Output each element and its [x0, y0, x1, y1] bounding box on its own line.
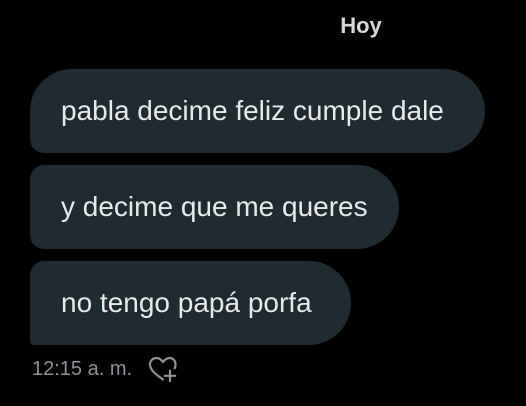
message-bubble[interactable]: y decime que me queres	[30, 165, 399, 249]
message-bubble[interactable]: pabla decime feliz cumple dale	[30, 69, 485, 153]
day-separator: Hoy	[340, 13, 382, 38]
heart-plus-icon	[148, 356, 177, 383]
message-text: no tengo papá porfa	[61, 287, 312, 318]
message-text: pabla decime feliz cumple dale	[61, 95, 444, 126]
message-timestamp: 12:15 a. m.	[32, 358, 133, 380]
message-bubble[interactable]: no tengo papá porfa	[30, 261, 351, 345]
add-reaction-button[interactable]	[146, 353, 178, 385]
message-text: y decime que me queres	[61, 191, 368, 222]
message-meta: 12:15 a. m.	[32, 352, 178, 386]
